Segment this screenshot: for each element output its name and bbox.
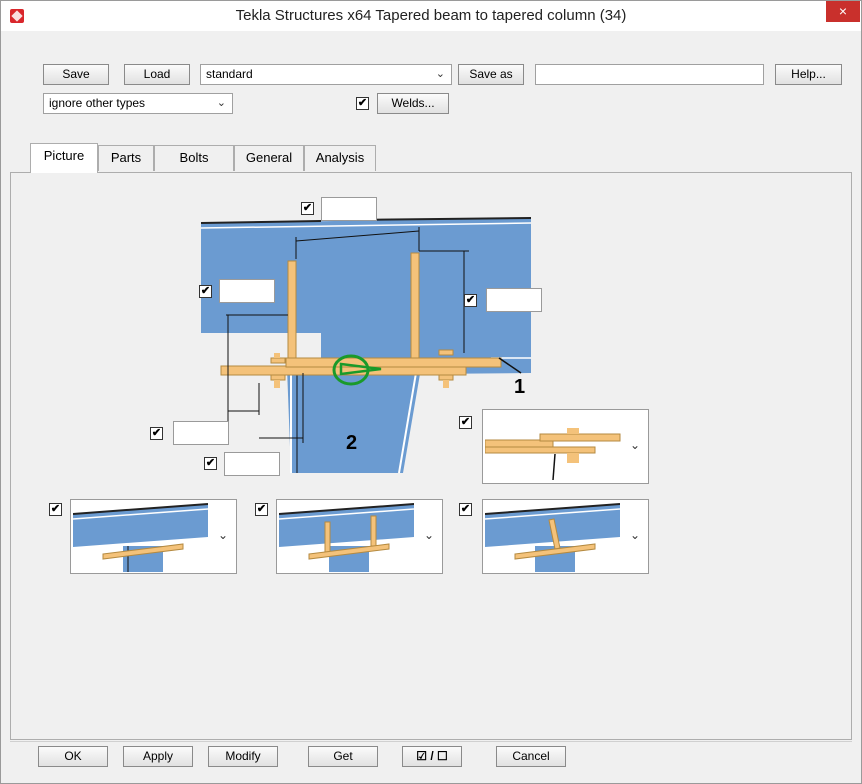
filter-dropdown[interactable]: ignore other types ⌄ — [43, 93, 233, 114]
option-2-selector[interactable]: ⌄ — [276, 499, 443, 574]
left-offset-input[interactable] — [173, 421, 229, 445]
left-offset-checkbox[interactable]: ✔ — [150, 427, 163, 440]
modify-button[interactable]: Modify — [208, 746, 278, 767]
chevron-down-icon: ⌄ — [423, 528, 434, 542]
plate-type-thumbnail — [485, 428, 621, 480]
chevron-down-icon: ⌄ — [216, 97, 226, 109]
option-1-selector[interactable]: ⌄ — [70, 499, 237, 574]
tab-picture[interactable]: Picture — [30, 143, 98, 173]
welds-checkbox[interactable]: ✔ — [356, 97, 369, 110]
window-title: Tekla Structures x64 Tapered beam to tap… — [235, 7, 627, 24]
save-as-button[interactable]: Save as — [458, 64, 524, 85]
plate-type-selector[interactable]: ⌄ — [482, 409, 649, 484]
tab-parts[interactable]: Parts — [98, 145, 154, 171]
option-1-thumbnail — [73, 503, 208, 572]
toggle-all-button[interactable]: ☑ / ☐ — [402, 746, 462, 767]
apply-button[interactable]: Apply — [123, 746, 193, 767]
get-button[interactable]: Get — [308, 746, 378, 767]
right-stiffener-input[interactable] — [486, 288, 542, 312]
chevron-down-icon: ⌄ — [629, 438, 640, 452]
option-2-checkbox[interactable]: ✔ — [255, 503, 268, 516]
left-stiffener-checkbox[interactable]: ✔ — [199, 285, 212, 298]
stiffener-left — [287, 260, 297, 372]
end-plate-upper — [285, 357, 502, 368]
preset-dropdown[interactable]: standard ⌄ — [200, 64, 452, 85]
option-3-checkbox[interactable]: ✔ — [459, 503, 472, 516]
ok-button[interactable]: OK — [38, 746, 108, 767]
dialog-window: Tekla Structures x64 Tapered beam to tap… — [0, 0, 862, 784]
tab-analysis[interactable]: Analysis — [304, 145, 376, 171]
option-2-thumbnail — [279, 503, 414, 572]
stiffener-right — [410, 252, 420, 369]
help-button[interactable]: Help... — [775, 64, 842, 85]
left-stiffener-input[interactable] — [219, 279, 275, 303]
bottom-offset-input[interactable] — [224, 452, 280, 476]
save-as-input[interactable] — [535, 64, 764, 85]
chevron-down-icon: ⌄ — [435, 68, 445, 80]
picture-panel: 1 2 ✔ ✔ ✔ ✔ ✔ ✔ ⌄ ✔ ⌄ ✔ ⌄ ✔ ⌄ — [10, 172, 852, 740]
load-button[interactable]: Load — [124, 64, 190, 85]
plate-type-checkbox[interactable]: ✔ — [459, 416, 472, 429]
chevron-down-icon: ⌄ — [217, 528, 228, 542]
dialog-body: Save Load standard ⌄ Save as Help... ign… — [10, 31, 852, 775]
option-3-thumbnail — [485, 503, 620, 572]
cancel-button[interactable]: Cancel — [496, 746, 566, 767]
option-3-selector[interactable]: ⌄ — [482, 499, 649, 574]
tab-bolts[interactable]: Bolts — [154, 145, 234, 171]
filter-value: ignore other types — [49, 96, 146, 110]
close-button[interactable]: × — [826, 1, 860, 22]
chevron-down-icon: ⌄ — [629, 528, 640, 542]
bottom-offset-checkbox[interactable]: ✔ — [204, 457, 217, 470]
option-1-checkbox[interactable]: ✔ — [49, 503, 62, 516]
footer-separator — [10, 741, 852, 742]
label-column-2: 2 — [346, 432, 357, 454]
preset-value: standard — [206, 67, 253, 81]
tab-general[interactable]: General — [234, 145, 304, 171]
save-button[interactable]: Save — [43, 64, 109, 85]
label-beam-1: 1 — [514, 376, 525, 398]
welds-button[interactable]: Welds... — [377, 93, 449, 114]
top-dimension-input[interactable] — [321, 197, 377, 221]
title-bar[interactable]: Tekla Structures x64 Tapered beam to tap… — [1, 1, 861, 31]
top-dimension-checkbox[interactable]: ✔ — [301, 202, 314, 215]
right-stiffener-checkbox[interactable]: ✔ — [464, 294, 477, 307]
